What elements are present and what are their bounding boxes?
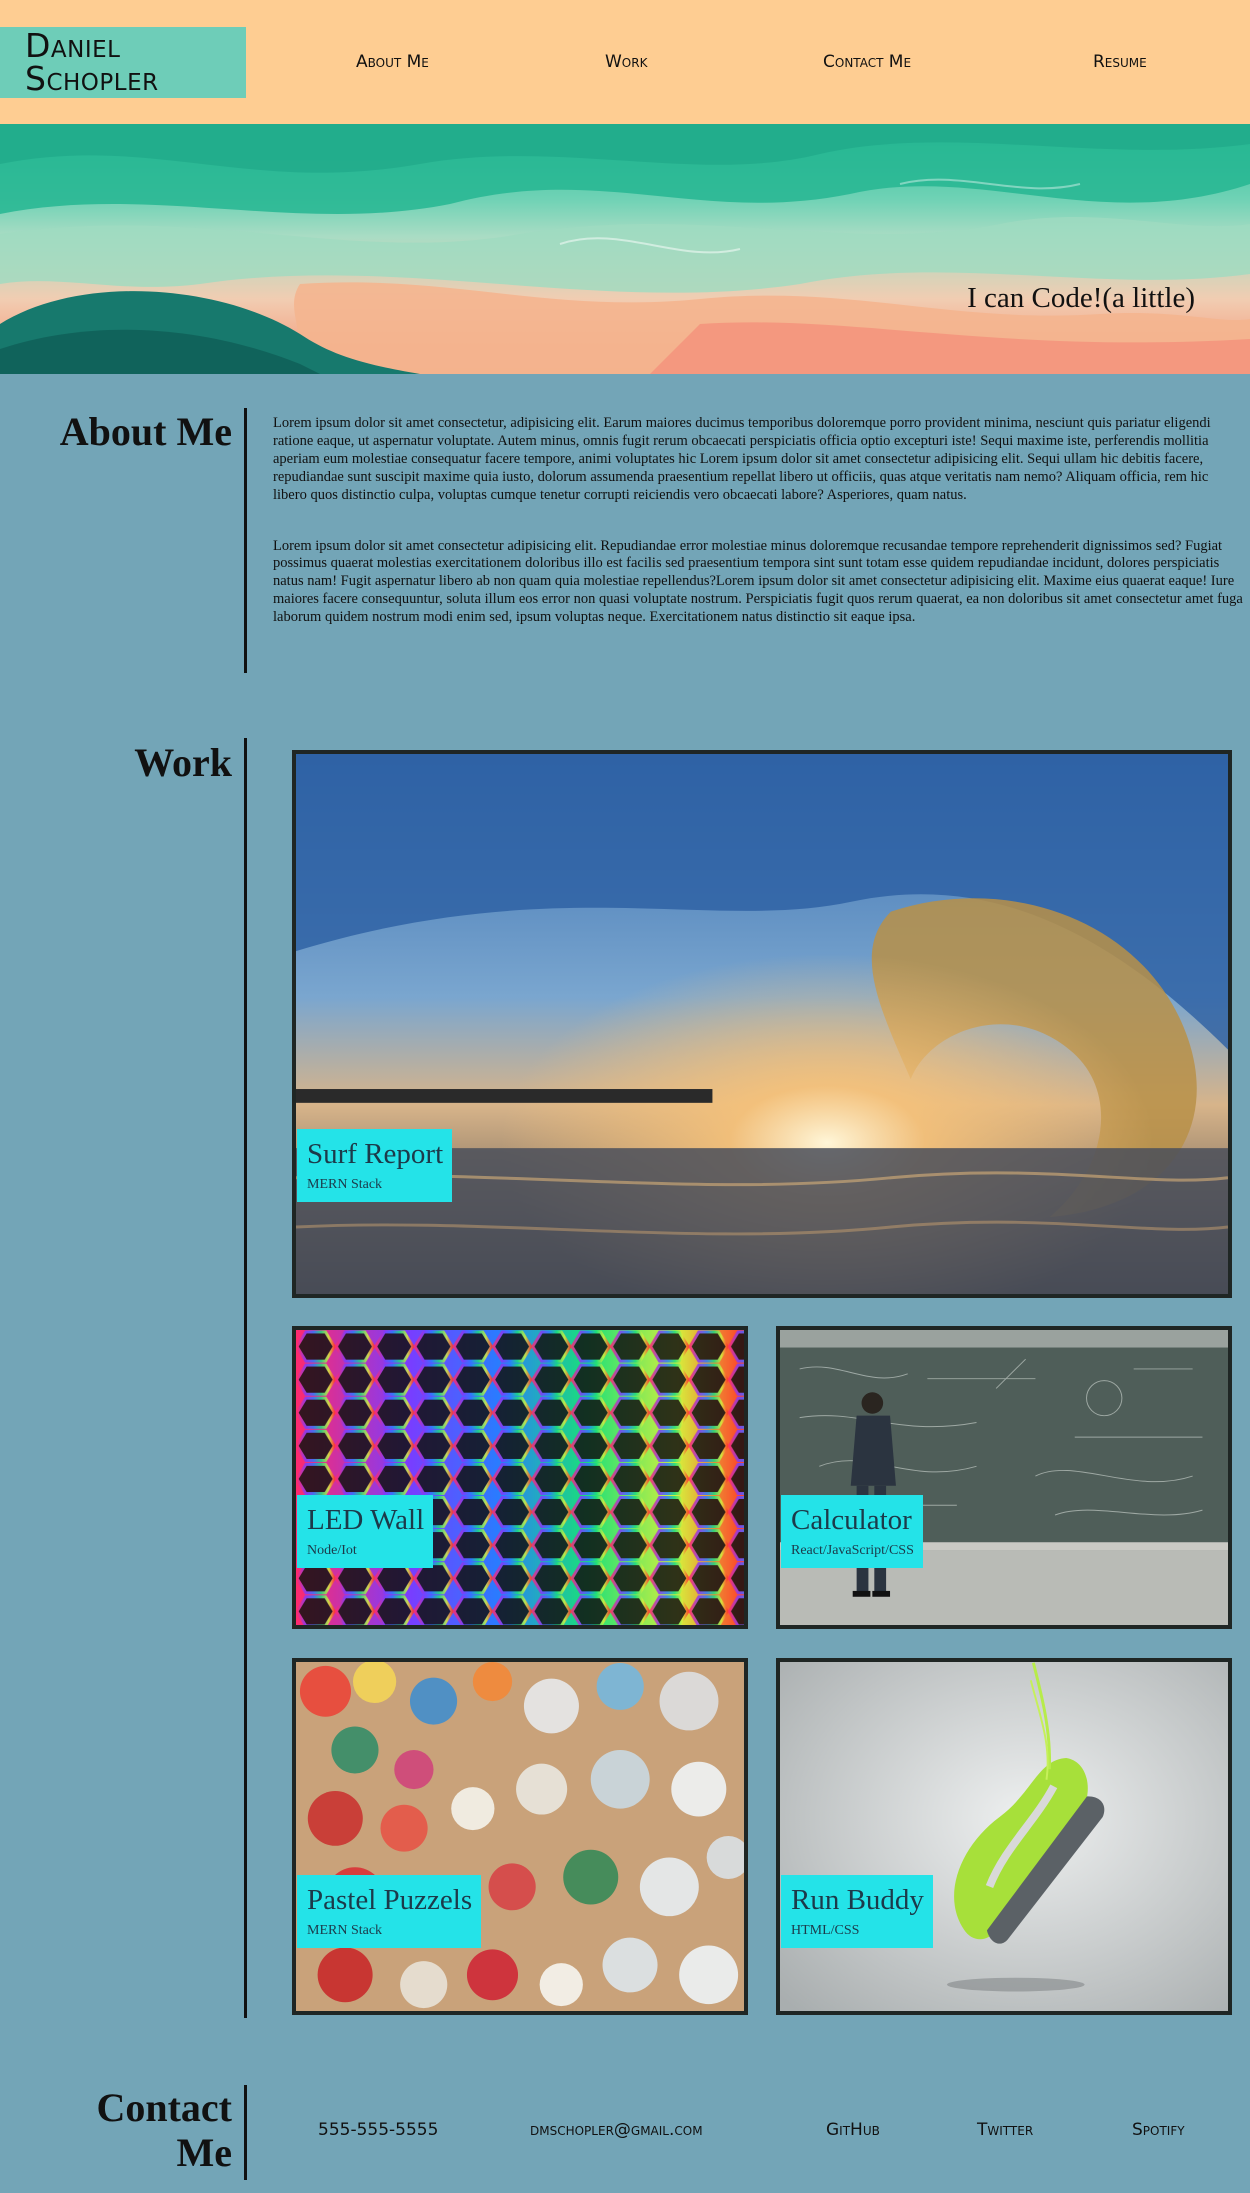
hero-wave-art bbox=[0, 124, 1250, 374]
running-shoe-image bbox=[780, 1662, 1228, 2011]
contact-phone[interactable]: 555-555-5555 bbox=[318, 2120, 438, 2140]
site-header: Daniel Schopler About Me Work Contact Me… bbox=[0, 0, 1250, 124]
about-divider bbox=[244, 408, 247, 673]
project-label: Surf Report MERN Stack bbox=[297, 1129, 453, 1202]
nav-link-contact[interactable]: Contact Me bbox=[823, 52, 911, 72]
logo-last-name: Schopler bbox=[25, 59, 159, 98]
contact-github-link[interactable]: GitHub bbox=[826, 2120, 880, 2140]
contact-email[interactable]: dmschopler@gmail.com bbox=[530, 2120, 703, 2140]
contact-spotify-link[interactable]: Spotify bbox=[1132, 2120, 1185, 2140]
nav-link-resume[interactable]: Resume bbox=[1093, 52, 1147, 72]
project-title[interactable]: Calculator bbox=[791, 1504, 914, 1537]
project-card-pastel-puzzels[interactable]: Pastel Puzzels MERN Stack bbox=[292, 1658, 748, 2015]
about-heading: About Me bbox=[59, 409, 232, 454]
hero-tagline: I can Code!(a little) bbox=[967, 282, 1195, 314]
project-stack: MERN Stack bbox=[307, 1177, 383, 1192]
nav-link-work[interactable]: Work bbox=[605, 52, 647, 72]
contact-twitter-link[interactable]: Twitter bbox=[977, 2120, 1033, 2140]
about-paragraph: Lorem ipsum dolor sit amet consectetur, … bbox=[273, 415, 1211, 503]
project-title[interactable]: Pastel Puzzels bbox=[307, 1884, 472, 1917]
contact-heading-line1: Contact bbox=[96, 2085, 232, 2130]
contact-heading-line2: Me bbox=[176, 2130, 232, 2175]
about-body: Lorem ipsum dolor sit amet consectetur, … bbox=[273, 415, 1243, 660]
hero-banner: I can Code!(a little) bbox=[0, 124, 1250, 374]
contact-heading: Contact Me bbox=[96, 2085, 232, 2175]
work-divider bbox=[244, 738, 247, 2018]
contact-divider bbox=[244, 2085, 247, 2180]
project-label: Pastel Puzzels MERN Stack bbox=[297, 1875, 482, 1948]
puzzle-pieces-image bbox=[296, 1662, 744, 2011]
project-label: Calculator React/JavaScript/CSS bbox=[781, 1495, 923, 1568]
work-heading: Work bbox=[134, 740, 232, 785]
project-label: Run Buddy HTML/CSS bbox=[781, 1875, 933, 1948]
project-label: LED Wall Node/Iot bbox=[297, 1495, 434, 1568]
project-card-led-wall[interactable]: LED Wall Node/Iot bbox=[292, 1326, 748, 1629]
project-title[interactable]: Surf Report bbox=[307, 1138, 443, 1171]
project-card-run-buddy[interactable]: Run Buddy HTML/CSS bbox=[776, 1658, 1232, 2015]
led-hexagon-image bbox=[296, 1330, 744, 1625]
project-stack: Node/Iot bbox=[307, 1543, 357, 1558]
project-card-calculator[interactable]: Calculator React/JavaScript/CSS bbox=[776, 1326, 1232, 1629]
project-title[interactable]: Run Buddy bbox=[791, 1884, 924, 1917]
nav-link-about[interactable]: About Me bbox=[356, 52, 429, 72]
chalkboard-image bbox=[780, 1330, 1228, 1625]
about-paragraph: Lorem ipsum dolor sit amet consectetur a… bbox=[273, 537, 1243, 626]
surf-wave-image bbox=[296, 754, 1228, 1294]
project-stack: React/JavaScript/CSS bbox=[791, 1543, 914, 1558]
project-card-surf-report[interactable]: Surf Report MERN Stack bbox=[292, 750, 1232, 1298]
project-stack: HTML/CSS bbox=[791, 1923, 860, 1938]
site-logo[interactable]: Daniel Schopler bbox=[0, 27, 246, 98]
logo-first-name: Daniel bbox=[25, 26, 121, 65]
project-stack: MERN Stack bbox=[307, 1923, 383, 1938]
project-title[interactable]: LED Wall bbox=[307, 1504, 424, 1537]
